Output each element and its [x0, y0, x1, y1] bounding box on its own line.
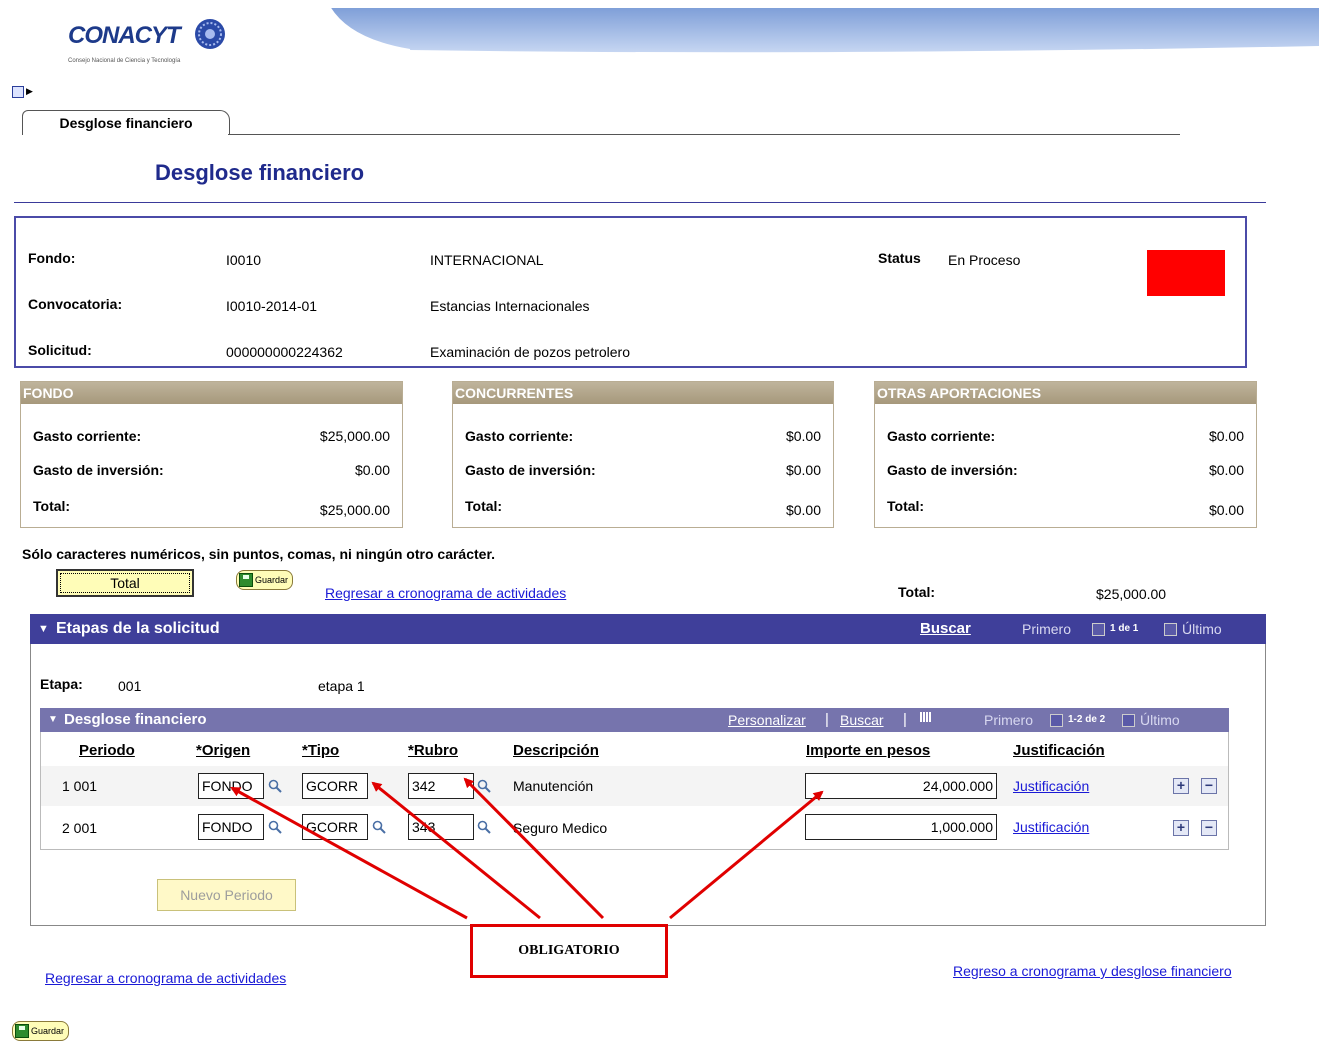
annotation-arrows — [230, 777, 824, 920]
guardar-label: Guardar — [31, 1026, 65, 1036]
footer-guardar-button[interactable]: Guardar — [12, 1021, 70, 1041]
footer-regresar-link[interactable]: Regresar a cronograma de actividades — [45, 970, 286, 986]
regreso-desglose-link[interactable]: Regreso a cronograma y desglose financie… — [953, 963, 1232, 979]
obligatorio-callout: OBLIGATORIO — [470, 924, 668, 978]
save-disk-icon — [15, 1024, 29, 1038]
